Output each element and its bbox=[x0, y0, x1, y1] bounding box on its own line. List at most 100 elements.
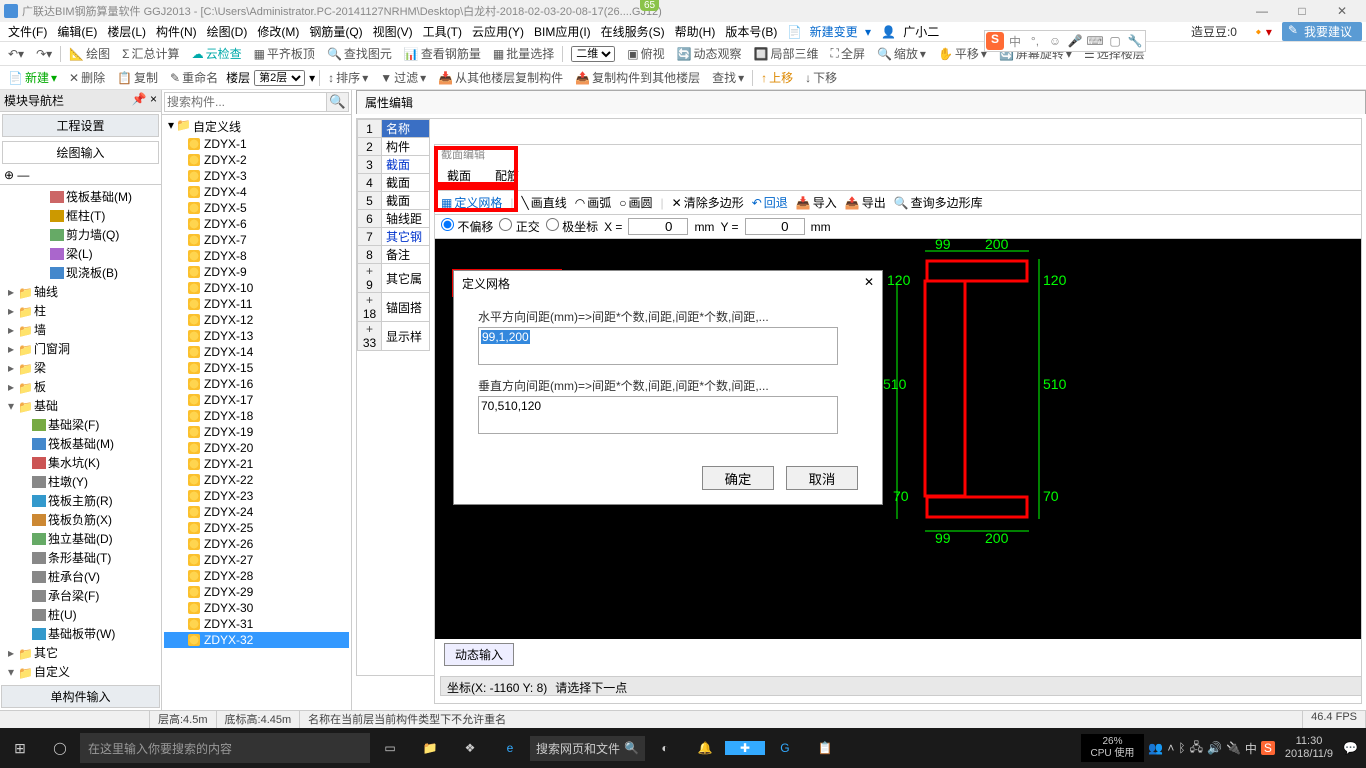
menu-component[interactable]: 构件(N) bbox=[152, 23, 201, 40]
tab-section[interactable]: 截面 bbox=[435, 163, 483, 190]
tb-viewrebar[interactable]: 📊 查看钢筋量 bbox=[400, 45, 485, 62]
menu-file[interactable]: 文件(F) bbox=[4, 23, 51, 40]
new-change-button[interactable]: 📄 新建变更 ▾ bbox=[783, 23, 875, 40]
list-item[interactable]: ZDYX-18 bbox=[164, 408, 349, 424]
btn-define-grid[interactable]: ▦ 定义网格 bbox=[441, 194, 502, 211]
tb-orbit[interactable]: 🔄 动态观察 bbox=[673, 45, 746, 62]
nav-filter-icons[interactable]: ⊕ — bbox=[0, 166, 161, 185]
nav-tab-draw[interactable]: 绘图输入 bbox=[2, 141, 159, 164]
list-item[interactable]: ZDYX-12 bbox=[164, 312, 349, 328]
prop-row[interactable]: 8备注 bbox=[358, 246, 430, 264]
clock[interactable]: 11:302018/11/9 bbox=[1279, 735, 1339, 761]
tree-node[interactable]: 桩承台(V) bbox=[2, 567, 159, 586]
start-button[interactable]: ⊞ bbox=[0, 740, 40, 757]
y-input[interactable] bbox=[745, 218, 805, 235]
tree-node[interactable]: 筏板基础(M) bbox=[2, 187, 159, 206]
tray-sogou-icon[interactable]: S bbox=[1261, 741, 1275, 755]
tree-node[interactable]: ▸📁梁 bbox=[2, 358, 159, 377]
close-button[interactable]: ✕ bbox=[1322, 4, 1362, 18]
list-item[interactable]: ZDYX-26 bbox=[164, 536, 349, 552]
list-item[interactable]: ZDYX-2 bbox=[164, 152, 349, 168]
menu-draw[interactable]: 绘图(D) bbox=[203, 23, 252, 40]
app-icon-2[interactable]: ◐ bbox=[645, 741, 685, 755]
nav-tab-project[interactable]: 工程设置 bbox=[2, 114, 159, 137]
tray-bt-icon[interactable]: ᛒ bbox=[1178, 741, 1185, 755]
tb-floor-select[interactable]: 第2层 bbox=[254, 70, 305, 86]
menu-rebar[interactable]: 钢筋量(Q) bbox=[305, 23, 366, 40]
list-item[interactable]: ZDYX-28 bbox=[164, 568, 349, 584]
tb-flatslab[interactable]: ▦ 平齐板顶 bbox=[250, 45, 319, 62]
list-item[interactable]: ZDYX-15 bbox=[164, 360, 349, 376]
tree-node[interactable]: 筏板基础(M) bbox=[2, 434, 159, 453]
prop-row[interactable]: 2构件 bbox=[358, 138, 430, 156]
edge-icon[interactable]: e bbox=[490, 741, 530, 755]
tb-batchsel[interactable]: ▦ 批量选择 bbox=[489, 45, 558, 62]
tree-node[interactable]: 剪力墙(Q) bbox=[2, 225, 159, 244]
tree-node[interactable]: 筏板主筋(R) bbox=[2, 491, 159, 510]
list-item[interactable]: ZDYX-27 bbox=[164, 552, 349, 568]
ime-tool-icon[interactable]: 🔧 bbox=[1126, 34, 1144, 48]
menu-floor[interactable]: 楼层(L) bbox=[103, 23, 150, 40]
dynamic-input-toggle[interactable]: 动态输入 bbox=[444, 643, 514, 666]
prop-row[interactable]: 4截面 bbox=[358, 174, 430, 192]
notifications-icon[interactable]: 💬 bbox=[1343, 741, 1358, 755]
list-item[interactable]: ZDYX-32 bbox=[164, 632, 349, 648]
tb-up[interactable]: ↑ 上移 bbox=[757, 69, 797, 86]
ime-toolbar[interactable]: S 中 °, ☺ 🎤 ⌨ ▢ 🔧 bbox=[984, 30, 1146, 52]
prop-row[interactable]: 6轴线距 bbox=[358, 210, 430, 228]
ime-face-icon[interactable]: ☺ bbox=[1046, 34, 1064, 48]
search-button[interactable]: 🔍 bbox=[327, 92, 349, 112]
list-item[interactable]: ZDYX-7 bbox=[164, 232, 349, 248]
tb-new[interactable]: 📄新建▾ bbox=[4, 69, 61, 86]
tray-power-icon[interactable]: 🔌 bbox=[1226, 741, 1241, 755]
tree-node[interactable]: 框柱(T) bbox=[2, 206, 159, 225]
dialog-titlebar[interactable]: 定义网格 ✕ bbox=[454, 271, 882, 296]
menu-edit[interactable]: 编辑(E) bbox=[53, 23, 101, 40]
list-item[interactable]: ZDYX-30 bbox=[164, 600, 349, 616]
menu-bim[interactable]: BIM应用(I) bbox=[530, 23, 595, 40]
tray-up-icon[interactable]: ˄ bbox=[1167, 741, 1174, 755]
pin-icon[interactable]: 📌 × bbox=[132, 92, 157, 106]
tray-people-icon[interactable]: 👥 bbox=[1148, 741, 1163, 755]
suggest-button[interactable]: ✎ 我要建议 bbox=[1282, 22, 1362, 41]
tree-node[interactable]: 基础板带(W) bbox=[2, 624, 159, 643]
tb-copyto[interactable]: 📤 复制构件到其他楼层 bbox=[571, 69, 704, 86]
tb-undo[interactable]: ↶▾ bbox=[4, 47, 28, 61]
tree-node[interactable]: ▸📁其它 bbox=[2, 643, 159, 662]
cancel-button[interactable]: 取消 bbox=[786, 466, 858, 490]
user-button[interactable]: 👤 广小二 bbox=[877, 23, 947, 40]
list-item[interactable]: ZDYX-1 bbox=[164, 136, 349, 152]
prop-row[interactable]: 1名称 bbox=[358, 120, 430, 138]
prop-row[interactable]: 5截面 bbox=[358, 192, 430, 210]
tb-findelem[interactable]: 🔍 查找图元 bbox=[323, 45, 396, 62]
menu-version[interactable]: 版本号(B) bbox=[721, 23, 781, 40]
tree-node[interactable]: ▸📁柱 bbox=[2, 301, 159, 320]
tb-2d[interactable]: 二维 bbox=[567, 46, 619, 62]
app-icon-1[interactable]: ❖ bbox=[450, 741, 490, 755]
tb-copy[interactable]: 📋 复制 bbox=[113, 69, 162, 86]
btn-clear[interactable]: ✕ 清除多边形 bbox=[672, 194, 744, 211]
list-item[interactable]: ZDYX-29 bbox=[164, 584, 349, 600]
list-item[interactable]: ZDYX-23 bbox=[164, 488, 349, 504]
tb-top[interactable]: ▣ 俯视 bbox=[623, 45, 668, 62]
tree-node[interactable]: 独立基础(D) bbox=[2, 529, 159, 548]
taskview-icon[interactable]: ▭ bbox=[370, 741, 410, 755]
ime-mic-icon[interactable]: 🎤 bbox=[1066, 34, 1084, 48]
list-item[interactable]: ZDYX-17 bbox=[164, 392, 349, 408]
prop-row[interactable]: + 33显示样 bbox=[358, 322, 430, 351]
edge-search[interactable]: 搜索网页和文件 🔍 bbox=[530, 736, 645, 761]
search-input[interactable] bbox=[164, 92, 327, 112]
download-badge[interactable]: 65 bbox=[640, 0, 659, 11]
tree-node[interactable]: 基础梁(F) bbox=[2, 415, 159, 434]
dialog-close[interactable]: ✕ bbox=[864, 275, 874, 292]
tray-net-icon[interactable]: 🖧 bbox=[1190, 738, 1203, 759]
tb-cloudcheck[interactable]: ☁ 云检查 bbox=[188, 45, 246, 62]
app-icon-3[interactable]: 🔔 bbox=[685, 741, 725, 755]
menu-tools[interactable]: 工具(T) bbox=[419, 23, 466, 40]
btn-undo[interactable]: ↶ 回退 bbox=[752, 194, 788, 211]
tree-node[interactable]: 集水坑(K) bbox=[2, 453, 159, 472]
nav-tab-single[interactable]: 单构件输入 bbox=[1, 685, 160, 708]
rb-polar[interactable]: 极坐标 bbox=[546, 218, 598, 235]
btn-line[interactable]: ╲ 画直线 bbox=[521, 194, 566, 211]
tb-delete[interactable]: ✕ 删除 bbox=[65, 69, 109, 86]
